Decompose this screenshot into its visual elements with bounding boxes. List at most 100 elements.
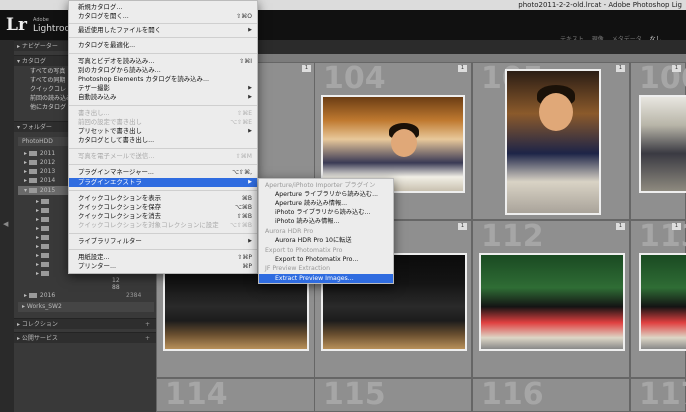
cell-badge: 1 bbox=[672, 65, 681, 72]
publish-header[interactable]: ▸ 公開サービス + bbox=[14, 332, 156, 343]
photo-detail bbox=[539, 93, 573, 131]
cell-badge: 1 bbox=[616, 65, 625, 72]
menu-shortcut: ⇧⌘P bbox=[237, 254, 252, 261]
menu-label: クイックコレクションを対象コレクションに設定 bbox=[78, 221, 219, 229]
menu-export-as-catalog[interactable]: カタログとして書き出し... bbox=[69, 136, 257, 145]
submenu-aurora-transfer[interactable]: Aurora HDR Pro 10に転送 bbox=[259, 236, 393, 245]
menu-save-quick-collection[interactable]: クイックコレクションを保存 ⌥⌘B bbox=[69, 203, 257, 212]
menu-library-filter[interactable]: ライブラリフィルター ▶ bbox=[69, 237, 257, 246]
menu-label: プラグインエクストラ bbox=[78, 178, 142, 186]
menu-clear-quick-collection[interactable]: クイックコレクションを消去 ⇧⌘B bbox=[69, 212, 257, 221]
folder-icon bbox=[40, 262, 49, 267]
submenu-arrow-icon: ▶ bbox=[248, 238, 252, 244]
menu-printer[interactable]: プリンター... ⌘P bbox=[69, 262, 257, 271]
cell-index: 115 bbox=[323, 377, 386, 412]
submenu-export-photomatix[interactable]: Export to Photomatix Pro... bbox=[259, 255, 393, 264]
folder-icon bbox=[28, 160, 37, 165]
submenu-extract-preview[interactable]: Extract Preview Images... bbox=[259, 274, 393, 283]
submenu-arrow-icon: ▶ bbox=[248, 94, 252, 100]
grid-cell[interactable]: 116 bbox=[472, 378, 630, 412]
subfolder[interactable]: ▸ bbox=[36, 251, 52, 260]
folder-2012[interactable]: ▸ 2012 bbox=[24, 158, 55, 167]
volume-label: PhotoHDD bbox=[22, 138, 53, 145]
menu-auto-import[interactable]: 自動読み込み ▶ bbox=[69, 93, 257, 102]
menu-export-preset[interactable]: プリセットで書き出し ▶ bbox=[69, 127, 257, 136]
plugin-extras-submenu: Aperture/iPhoto Importer プラグイン Aperture … bbox=[258, 178, 394, 284]
catalog-item-quick-collection[interactable]: クイックコレ bbox=[30, 86, 66, 94]
folder-label: 2013 bbox=[39, 168, 56, 175]
submenu-arrow-icon: ▶ bbox=[248, 85, 252, 91]
menu-set-quick-collection-target[interactable]: クイックコレクションを対象コレクションに設定 ⌥⇧⌘B bbox=[69, 221, 257, 230]
catalog-label: カタログ bbox=[21, 58, 46, 65]
submenu-aperture-info[interactable]: Aperture 読み込み情報... bbox=[259, 199, 393, 208]
folder-2016[interactable]: ▸ 2016 2384 bbox=[24, 291, 150, 300]
menu-open-recent[interactable]: 最近使用したファイルを開く ▶ bbox=[69, 26, 257, 35]
menu-import-pse-catalog[interactable]: Photoshop Elements カタログを読み込み... bbox=[69, 75, 257, 84]
menu-shortcut: ⌥⌘B bbox=[234, 204, 252, 211]
menu-plugin-extras[interactable]: プラグインエクストラ ▶ bbox=[69, 178, 257, 187]
volume-works[interactable]: ▸ Works_SW2 bbox=[18, 302, 154, 312]
menu-new-catalog[interactable]: 新規カタログ... bbox=[69, 3, 257, 12]
subfolder[interactable]: ▸ bbox=[36, 242, 52, 251]
catalog-item-previous-import[interactable]: 前回の読み込み bbox=[30, 95, 72, 103]
folder-2011[interactable]: ▸ 2011 bbox=[24, 149, 55, 158]
menu-optimize-catalog[interactable]: カタログを最適化... bbox=[69, 41, 257, 50]
subfolder[interactable]: ▸ bbox=[36, 260, 52, 269]
folder-2013[interactable]: ▸ 2013 bbox=[24, 167, 55, 176]
add-publish-icon[interactable]: + bbox=[145, 333, 150, 344]
folder-icon bbox=[28, 178, 37, 183]
menu-open-catalog[interactable]: カタログを開く... ⇧⌘O bbox=[69, 12, 257, 21]
subfolder[interactable]: ▸ bbox=[36, 215, 52, 224]
collections-header[interactable]: ▸ コレクション + bbox=[14, 318, 156, 329]
menu-import-from-catalog[interactable]: 別のカタログから読み込み... bbox=[69, 66, 257, 75]
add-collection-icon[interactable]: + bbox=[145, 319, 150, 330]
collapse-left-arrow-icon[interactable]: ◀ bbox=[3, 220, 8, 228]
submenu-header-jf-preview: JF Preview Extraction bbox=[265, 265, 330, 272]
menu-import-photos[interactable]: 写真とビデオを読み込み... ⇧⌘I bbox=[69, 57, 257, 66]
cell-badge: 1 bbox=[672, 223, 681, 230]
file-menu: 新規カタログ... カタログを開く... ⇧⌘O 最近使用したファイルを開く ▶ カ… bbox=[68, 0, 258, 274]
grid-cell[interactable]: 112 1 bbox=[472, 220, 630, 378]
grid-cell[interactable]: 105 1 bbox=[472, 62, 630, 220]
photo-thumbnail bbox=[639, 253, 686, 351]
menu-shortcut: ⌘B bbox=[241, 195, 252, 202]
submenu-iphoto-info[interactable]: iPhoto 読み込み情報... bbox=[259, 217, 393, 226]
grid-cell[interactable]: 106 1 bbox=[630, 62, 686, 220]
grid-cell[interactable]: 113 1 bbox=[630, 220, 686, 378]
folder-icon bbox=[40, 271, 49, 276]
menu-tethered-capture[interactable]: テザー撮影 ▶ bbox=[69, 84, 257, 93]
menu-label: カタログを最適化... bbox=[78, 41, 136, 49]
grid-cell[interactable]: 115 bbox=[314, 378, 472, 412]
grid-cell[interactable]: 117 bbox=[630, 378, 686, 412]
grid-cell[interactable]: 114 bbox=[156, 378, 316, 412]
menu-show-quick-collection[interactable]: クイックコレクションを表示 ⌘B bbox=[69, 194, 257, 203]
catalog-item-other[interactable]: 他にカタログ bbox=[30, 104, 66, 112]
folder-label: 2011 bbox=[39, 150, 56, 157]
submenu-iphoto-import[interactable]: iPhoto ライブラリから読み込む... bbox=[259, 208, 393, 217]
menu-page-setup[interactable]: 用紙設定... ⇧⌘P bbox=[69, 253, 257, 262]
menu-label: 最近使用したファイルを開く bbox=[78, 26, 162, 34]
submenu-aperture-import[interactable]: Aperture ライブラリから読み込む... bbox=[259, 190, 393, 199]
window-title: photo2011-2-2-old.lrcat - Adobe Photosho… bbox=[518, 1, 682, 9]
catalog-item-all-photos[interactable]: すべての写真 bbox=[30, 68, 65, 76]
subfolder[interactable]: ▸ bbox=[36, 197, 52, 206]
folder-2014[interactable]: ▸ 2014 bbox=[24, 176, 55, 185]
collections-label: コレクション bbox=[21, 321, 58, 328]
menu-label: カタログとして書き出し... bbox=[78, 136, 155, 144]
subfolder[interactable]: ▸ bbox=[36, 233, 52, 242]
menu-export-previous[interactable]: 前回の設定で書き出し ⌥⇧⌘E bbox=[69, 118, 257, 127]
folder-icon bbox=[40, 217, 49, 222]
menu-shortcut: ⌥⇧⌘B bbox=[229, 222, 252, 229]
menu-email-photos[interactable]: 写真を電子メールで送信... ⇧⌘M bbox=[69, 152, 257, 161]
menu-export[interactable]: 書き出し... ⇧⌘E bbox=[69, 109, 257, 118]
subfolder[interactable]: ▸ bbox=[36, 224, 52, 233]
folder-icon bbox=[40, 208, 49, 213]
catalog-item-all-synced[interactable]: すべての同期 bbox=[30, 77, 65, 85]
photo-thumbnail bbox=[505, 69, 601, 215]
menu-plugin-manager[interactable]: プラグインマネージャー... ⌥⇧⌘, bbox=[69, 168, 257, 177]
subfolder[interactable]: ▸ bbox=[36, 269, 52, 278]
subfolder[interactable]: ▸ bbox=[36, 206, 52, 215]
folder-icon bbox=[40, 244, 49, 249]
menu-separator bbox=[69, 23, 257, 24]
menu-shortcut: ⌥⇧⌘E bbox=[230, 119, 252, 126]
